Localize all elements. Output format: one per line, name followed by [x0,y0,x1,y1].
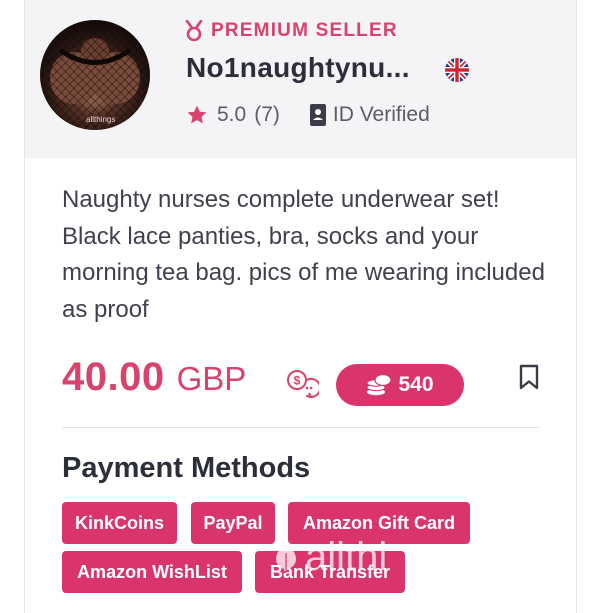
avatar-watermark: allthings [86,115,116,124]
id-card-icon [309,104,326,126]
divider [62,427,540,428]
medal-icon [185,20,203,42]
seller-name[interactable]: No1naughtynu... [186,52,410,84]
rating-row: 5.0 (7) ID Verified [186,103,430,127]
seller-avatar[interactable]: allthings [40,20,150,130]
rating-value: 5.0 [217,103,247,126]
kinkcoins-price-badge[interactable]: 540 [336,364,464,406]
review-count[interactable]: (7) [254,103,280,127]
payment-method-bank-transfer[interactable]: Bank Transfer [255,551,405,593]
premium-seller-badge: PREMIUM SELLER [185,20,398,42]
coins-icon [366,374,393,396]
id-verified-label: ID Verified [332,103,430,126]
payment-method-paypal[interactable]: PayPal [191,502,275,544]
payment-methods-title: Payment Methods [62,452,311,484]
listing-description: Naughty nurses complete underwear set! B… [62,186,545,323]
price-amount: 40.00 [62,355,165,399]
payment-method-amazon-gift-card[interactable]: Amazon Gift Card [288,502,470,544]
price: 40.00 GBP [62,355,246,400]
listing-card: allthings PREMIUM SELLER No1naughtynu... [24,0,577,613]
price-currency: GBP [176,360,247,397]
payment-method-amazon-wishlist[interactable]: Amazon WishList [62,551,242,593]
id-verified-badge: ID Verified [309,103,430,127]
svg-text:$: $ [294,374,301,388]
payment-method-kinkcoins[interactable]: KinkCoins [62,502,177,544]
star-icon [187,105,207,124]
coins-amount: 540 [398,373,434,396]
currency-convert-icon[interactable]: $ [285,368,319,398]
premium-seller-label: PREMIUM SELLER [211,20,398,41]
bookmark-icon[interactable] [519,364,539,390]
seller-header: allthings PREMIUM SELLER No1naughtynu... [25,0,576,158]
uk-flag-icon [445,58,469,82]
